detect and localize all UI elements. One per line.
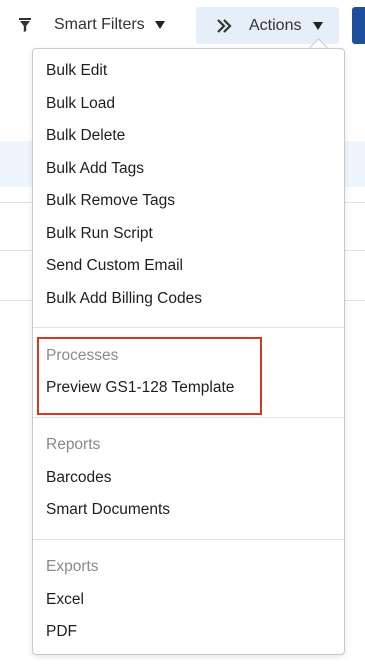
menu-item-send-custom-email[interactable]: Send Custom Email [46, 257, 183, 275]
section-heading-exports: Exports [46, 558, 99, 575]
menu-item-bulk-edit[interactable]: Bulk Edit [46, 62, 107, 80]
highlight-annotation-box [37, 337, 262, 415]
actions-dropdown-menu: Bulk Edit Bulk Load Bulk Delete Bulk Add… [32, 48, 345, 655]
menu-divider [33, 539, 344, 540]
menu-item-bulk-run-script[interactable]: Bulk Run Script [46, 225, 153, 243]
menu-item-excel[interactable]: Excel [46, 591, 84, 609]
menu-divider [33, 417, 344, 418]
smart-filters-button[interactable]: Smart Filters [18, 7, 165, 43]
menu-item-bulk-delete[interactable]: Bulk Delete [46, 127, 125, 145]
chevron-down-icon [313, 21, 324, 30]
menu-item-bulk-load[interactable]: Bulk Load [46, 95, 115, 113]
menu-item-smart-documents[interactable]: Smart Documents [46, 501, 170, 519]
menu-item-pdf[interactable]: PDF [46, 623, 77, 641]
toolbar: Smart Filters Actions [0, 0, 365, 52]
actions-label: Actions [249, 16, 302, 34]
menu-item-bulk-remove-tags[interactable]: Bulk Remove Tags [46, 192, 175, 210]
menu-divider [33, 327, 344, 328]
section-heading-reports: Reports [46, 436, 101, 453]
double-chevron-right-icon [216, 18, 232, 33]
primary-button[interactable] [352, 7, 365, 44]
menu-item-bulk-add-tags[interactable]: Bulk Add Tags [46, 160, 144, 178]
page: Smart Filters Actions Bulk Edit Bulk Loa… [0, 0, 365, 672]
filter-icon [18, 17, 32, 33]
menu-item-barcodes[interactable]: Barcodes [46, 469, 111, 487]
chevron-down-icon [154, 21, 165, 29]
smart-filters-label: Smart Filters [54, 16, 145, 33]
menu-item-bulk-add-billing-codes[interactable]: Bulk Add Billing Codes [46, 290, 202, 308]
